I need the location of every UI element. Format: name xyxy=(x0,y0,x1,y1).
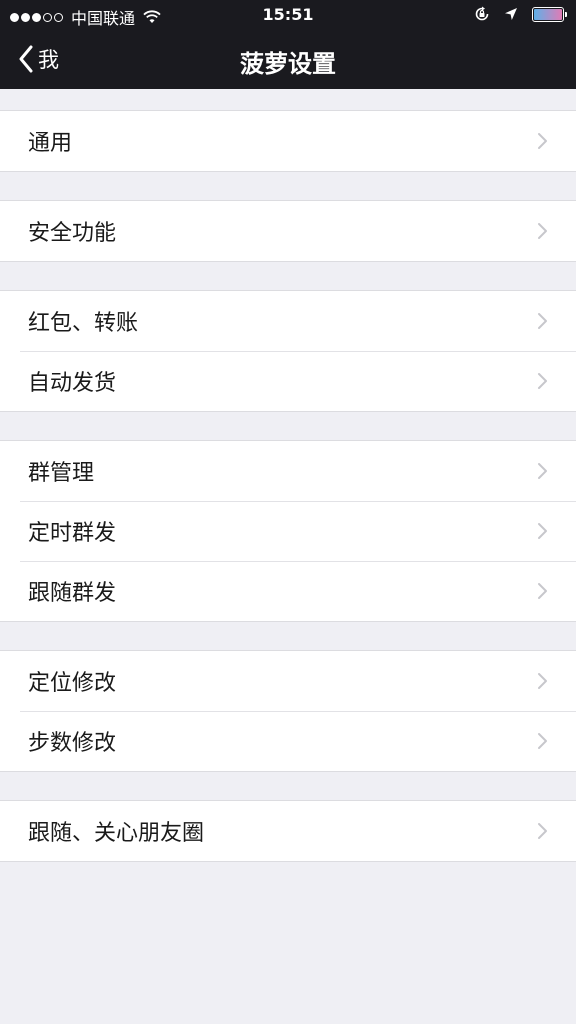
settings-row[interactable]: 步数修改 xyxy=(0,711,576,771)
settings-row-label: 步数修改 xyxy=(28,731,117,756)
chevron-right-icon xyxy=(538,463,547,479)
chevron-right-icon xyxy=(538,583,547,599)
settings-row-label: 通用 xyxy=(28,131,73,156)
settings-row[interactable]: 跟随、关心朋友圈 xyxy=(0,801,576,861)
settings-list: 通用安全功能红包、转账自动发货群管理定时群发跟随群发定位修改步数修改跟随、关心朋… xyxy=(0,89,576,862)
settings-row-label: 跟随、关心朋友圈 xyxy=(28,821,205,846)
settings-row-label: 群管理 xyxy=(28,461,95,486)
chevron-right-icon xyxy=(538,313,547,329)
settings-group: 定位修改 步数修改 xyxy=(0,650,576,772)
status-right xyxy=(460,6,567,22)
settings-row[interactable]: 定时群发 xyxy=(0,501,576,561)
settings-row-label: 红包、转账 xyxy=(28,311,139,336)
settings-row[interactable]: 群管理 xyxy=(0,441,576,501)
settings-row-label: 自动发货 xyxy=(28,371,117,396)
status-bar: 中国联通 15:51 xyxy=(0,0,576,30)
settings-row[interactable]: 自动发货 xyxy=(0,351,576,411)
orientation-lock-icon xyxy=(475,6,489,21)
settings-row[interactable]: 定位修改 xyxy=(0,651,576,711)
chevron-right-icon xyxy=(538,223,547,239)
settings-group: 跟随、关心朋友圈 xyxy=(0,800,576,862)
chevron-right-icon xyxy=(538,133,547,149)
settings-row[interactable]: 跟随群发 xyxy=(0,561,576,621)
chevron-right-icon xyxy=(538,523,547,539)
chevron-right-icon xyxy=(538,673,547,689)
location-arrow-icon xyxy=(505,8,517,20)
settings-row-label: 定位修改 xyxy=(28,671,117,696)
battery-level xyxy=(534,8,562,20)
navigation-bar: 我 菠萝设置 xyxy=(0,30,576,89)
page-title: 菠萝设置 xyxy=(240,50,336,78)
settings-row[interactable]: 通用 xyxy=(0,111,576,171)
settings-group: 红包、转账 自动发货 xyxy=(0,290,576,412)
settings-row[interactable]: 红包、转账 xyxy=(0,291,576,351)
settings-row-label: 安全功能 xyxy=(28,221,117,246)
settings-row-label: 跟随群发 xyxy=(28,581,117,606)
battery-tip xyxy=(565,11,567,17)
chevron-right-icon xyxy=(538,823,547,839)
settings-group: 群管理定时群发跟随群发 xyxy=(0,440,576,622)
settings-group: 通用 xyxy=(0,110,576,172)
settings-group: 安全功能 xyxy=(0,200,576,262)
chevron-right-icon xyxy=(538,373,547,389)
chevron-right-icon xyxy=(538,733,547,749)
battery-icon xyxy=(532,6,567,22)
settings-row-label: 定时群发 xyxy=(28,521,117,546)
settings-row[interactable]: 安全功能 xyxy=(0,201,576,261)
